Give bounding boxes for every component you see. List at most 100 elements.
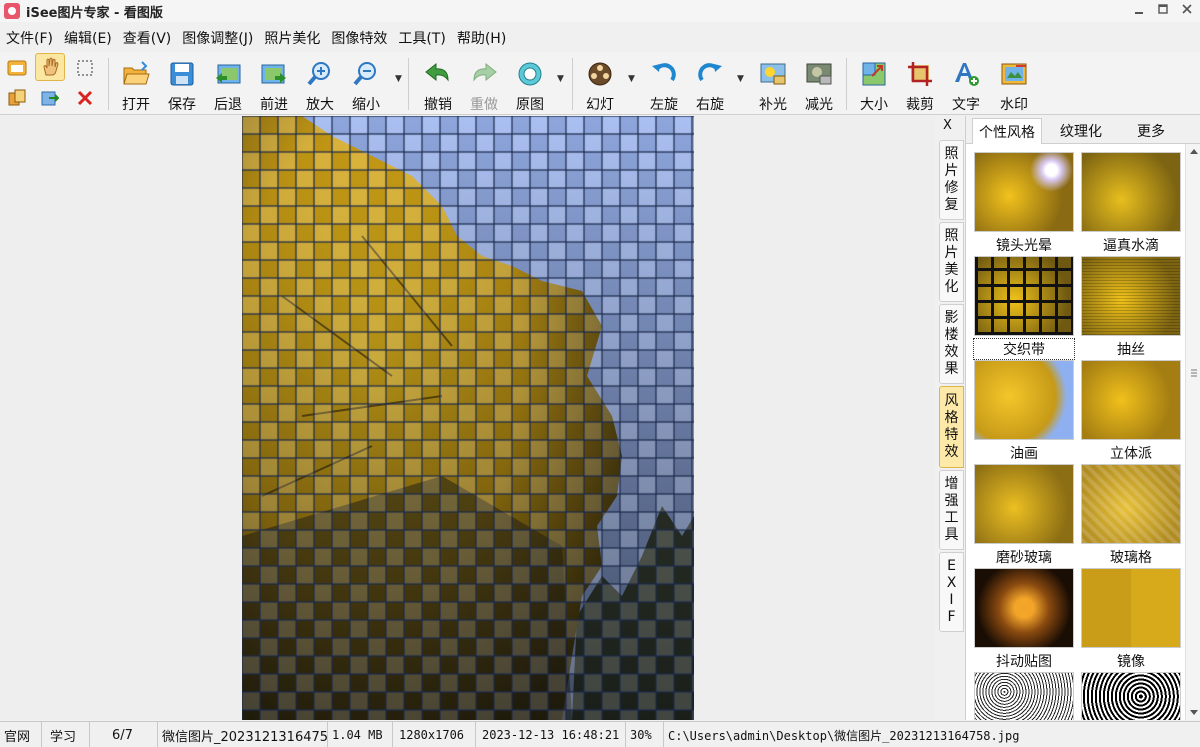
zoom-dropdown-icon[interactable]: ▼	[395, 74, 402, 84]
close-window-icon[interactable]	[1180, 2, 1194, 16]
effect-thumbnail[interactable]	[1081, 464, 1181, 544]
effects-scrollbar[interactable]	[1185, 144, 1200, 720]
fill-light-button[interactable]: 补光	[751, 56, 795, 113]
zoom-in-button[interactable]: 放大	[298, 56, 342, 113]
effect-thumbnail[interactable]	[1081, 152, 1181, 232]
title-bar: iSee图片专家 - 看图版	[0, 0, 1200, 22]
menu-help[interactable]: 帮助(H)	[451, 28, 511, 48]
menu-view[interactable]: 查看(V)	[117, 28, 177, 48]
effect-label[interactable]: 油画	[974, 443, 1074, 463]
copy-button[interactable]	[2, 84, 32, 112]
minimize-icon[interactable]	[1132, 2, 1146, 16]
rotate-right-button[interactable]: 右旋	[688, 56, 732, 113]
delete-icon	[77, 90, 93, 106]
effect-thumbnail[interactable]	[1081, 568, 1181, 648]
effect-label[interactable]: 立体派	[1081, 443, 1181, 463]
select-tool-button[interactable]	[70, 54, 100, 82]
file-size: 1.04 MB	[328, 722, 393, 747]
original-button[interactable]: 原图	[508, 56, 552, 113]
undo-arrow-icon	[425, 62, 449, 82]
zoom-level: 30%	[626, 722, 664, 747]
tab-photo-beautify[interactable]: 照片美化	[939, 222, 964, 302]
move-button[interactable]	[35, 84, 65, 112]
redo-button[interactable]: 重做	[462, 56, 506, 113]
window-title: iSee图片专家 - 看图版	[26, 5, 163, 21]
close-panel-button[interactable]: X	[943, 118, 952, 133]
effect-thumbnail[interactable]	[1081, 360, 1181, 440]
move-icon	[41, 91, 59, 106]
effect-label[interactable]: 镜头光晕	[974, 235, 1074, 255]
effect-label[interactable]: 逼真水滴	[1081, 235, 1181, 255]
tab-personal-style[interactable]: 个性风格	[972, 118, 1042, 144]
rotate-dropdown-icon[interactable]: ▼	[737, 74, 744, 84]
prev-image-icon	[216, 64, 241, 84]
rotate-left-button[interactable]: 左旋	[642, 56, 686, 113]
tab-studio-effects[interactable]: 影楼效果	[939, 304, 964, 384]
reduce-light-button[interactable]: 减光	[797, 56, 841, 113]
tab-style-effects[interactable]: 风格特效	[939, 386, 964, 468]
pan-tool-button[interactable]	[35, 53, 65, 81]
delete-button[interactable]	[70, 84, 100, 112]
text-button[interactable]: 文字	[944, 56, 988, 113]
resize-button[interactable]: 大小	[852, 56, 896, 113]
slideshow-button[interactable]: 幻灯	[578, 56, 622, 113]
status-bar: 官网 学习 6/7 微信图片_20231213164758 1.04 MB 12…	[0, 721, 1200, 747]
watermark-button[interactable]: 水印	[992, 56, 1036, 113]
effect-thumbnail[interactable]	[1081, 672, 1181, 720]
tab-enhance-tools[interactable]: 增强工具	[939, 470, 964, 550]
hand-icon	[43, 57, 59, 76]
menu-bar: 文件(F) 编辑(E) 查看(V) 图像调整(J) 照片美化 图像特效 工具(T…	[0, 27, 1200, 49]
official-site-link[interactable]: 官网	[0, 722, 42, 747]
watermark-label: 水印	[1000, 97, 1028, 113]
effect-label[interactable]: 抽丝	[1081, 339, 1181, 359]
effect-thumbnail[interactable]	[974, 256, 1074, 336]
menu-photo-beautify[interactable]: 照片美化	[258, 28, 325, 48]
back-button[interactable]: 后退	[206, 56, 250, 113]
tab-photo-repair[interactable]: 照片修复	[939, 140, 964, 220]
text-tool-icon	[955, 63, 979, 86]
crop-button[interactable]: 裁剪	[898, 56, 942, 113]
effects-panel: 个性风格 纹理化 更多 镜头光晕 逼真水滴交织带 抽丝油画 立体派磨砂玻璃 玻璃格抖动贴…	[965, 116, 1200, 720]
effect-thumbnail[interactable]	[1081, 256, 1181, 336]
menu-image-adjust[interactable]: 图像调整(J)	[176, 28, 258, 48]
save-disk-icon	[170, 62, 194, 86]
crop-icon	[908, 62, 932, 86]
effect-thumbnail[interactable]	[974, 672, 1074, 720]
save-button[interactable]: 保存	[160, 56, 204, 113]
effect-label[interactable]: 玻璃格	[1081, 547, 1181, 567]
effect-thumbnail[interactable]	[974, 568, 1074, 648]
menu-edit[interactable]: 编辑(E)	[58, 28, 117, 48]
forward-button[interactable]: 前进	[252, 56, 296, 113]
effect-label[interactable]: 抖动贴图	[974, 651, 1074, 671]
effect-label[interactable]: 交织带	[973, 338, 1075, 360]
zoom-out-button[interactable]: 缩小	[344, 56, 388, 113]
zoom-in-icon	[307, 62, 330, 86]
slideshow-dropdown-icon[interactable]: ▼	[628, 74, 635, 84]
rotate-left-icon	[652, 63, 676, 82]
maximize-icon[interactable]	[1156, 2, 1170, 16]
undo-button[interactable]: 撤销	[416, 56, 460, 113]
original-label: 原图	[516, 97, 544, 113]
menu-image-effects[interactable]: 图像特效	[325, 28, 392, 48]
file-datetime: 2023-12-13 16:48:21	[476, 722, 626, 747]
original-dropdown-icon[interactable]: ▼	[557, 74, 564, 84]
browse-mode-button[interactable]	[2, 54, 32, 82]
tab-more[interactable]: 更多	[1121, 118, 1181, 144]
image-dimensions: 1280x1706	[393, 722, 476, 747]
slideshow-label: 幻灯	[586, 97, 614, 113]
file-path: C:\Users\admin\Desktop\微信图片_202312131647…	[668, 728, 1020, 743]
effect-label[interactable]: 磨砂玻璃	[974, 547, 1074, 567]
image-canvas[interactable]	[0, 116, 935, 720]
effect-thumbnail[interactable]	[974, 360, 1074, 440]
effect-thumbnail[interactable]	[974, 464, 1074, 544]
tab-texture[interactable]: 纹理化	[1046, 118, 1116, 144]
side-tab-strip: X 照片修复 照片美化 影楼效果 风格特效 增强工具 EXIF	[935, 116, 965, 720]
menu-file[interactable]: 文件(F)	[0, 28, 58, 48]
effect-thumbnail[interactable]	[974, 152, 1074, 232]
learn-link[interactable]: 学习	[42, 722, 90, 747]
menu-tools[interactable]: 工具(T)	[392, 28, 450, 48]
effect-label[interactable]: 镜像	[1081, 651, 1181, 671]
page-counter: 6/7	[90, 722, 158, 747]
tab-exif[interactable]: EXIF	[939, 552, 964, 632]
open-button[interactable]: 打开	[114, 56, 158, 113]
